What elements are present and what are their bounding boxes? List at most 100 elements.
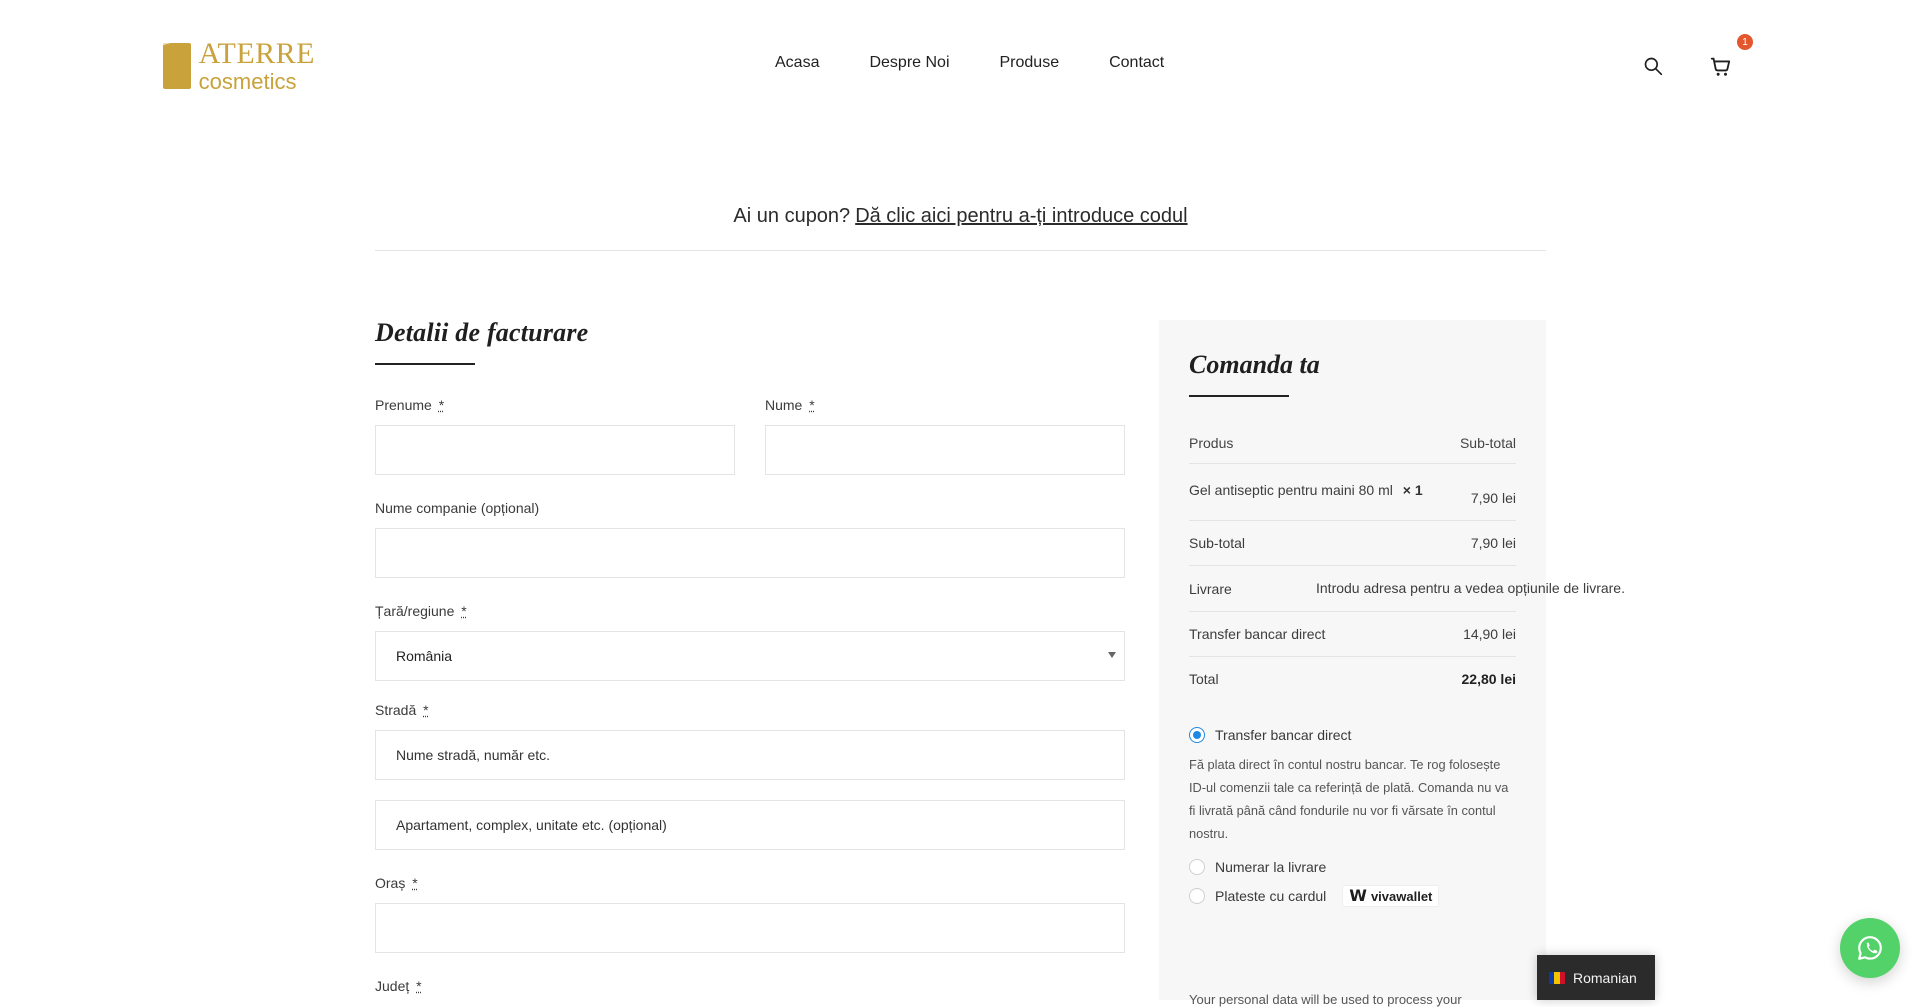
order-fee-label: Transfer bancar direct [1189,626,1326,642]
language-label: Romanian [1573,969,1637,986]
whatsapp-icon [1858,936,1882,960]
nav-acasa[interactable]: Acasa [775,54,819,72]
order-col-subtotal: Sub-total [1459,435,1516,451]
order-summary: Comanda ta Produs Sub-total Gel antisept… [1159,320,1625,1000]
order-total-value: 22,80 lei [1461,671,1517,687]
billing-title-underline [375,363,475,365]
order-title-underline [1189,395,1289,397]
order-subtotal-value: 7,90 lei [1470,535,1516,551]
first-name-col: Prenume * [375,397,735,475]
last-name-col: Nume * [765,397,1125,475]
payment-option-bank-transfer-label: Transfer bancar direct [1215,727,1352,743]
payment-option-bank-transfer[interactable]: Transfer bancar direct [1189,727,1516,743]
city-label: Oraș * [375,875,1125,891]
county-required: * [416,978,422,994]
county-label: Județ * [375,978,1125,994]
street-required: * [423,702,429,718]
nav-despre-noi[interactable]: Despre Noi [869,54,949,72]
city-block: Oraș * [375,875,1125,953]
country-label-text: Țară/regiune [375,603,455,619]
name-row: Prenume * Nume * [375,397,1125,475]
coupon-prefix: Ai un cupon? [733,205,851,227]
country-label: Țară/regiune * [375,603,1125,619]
last-name-label-text: Nume [765,397,803,413]
company-label: Nume companie (opțional) [375,500,540,516]
payment-option-card-label: Plateste cu cardul [1215,888,1327,904]
logo-line-2: cosmetics [198,69,297,94]
payment-methods: Transfer bancar direct Fă plata direct î… [1189,727,1516,907]
search-button[interactable] [1640,53,1666,79]
payment-description: Fă plata direct în contul nostru bancar.… [1189,757,1509,841]
street-block: Stradă * Nume stradă, număr etc. Apartam… [375,702,1125,850]
brand-logo[interactable]: ATERRE cosmetics [163,39,315,93]
radio-unchecked-icon [1189,859,1205,875]
last-name-input[interactable] [765,425,1125,475]
order-table-header: Produs Sub-total [1189,417,1516,463]
vivawallet-text: vivawallet [1370,888,1433,904]
vivawallet-w-icon: W [1349,886,1367,905]
billing-title: Detalii de facturare [375,318,589,347]
order-shipping-row: Livrare Introdu adresa pentru a vedea op… [1189,565,1625,611]
order-title: Comanda ta [1189,350,1320,379]
search-icon [1644,57,1663,76]
city-input[interactable] [375,903,1125,953]
company-input[interactable] [375,528,1125,578]
coupon-link[interactable]: Dă clic aici pentru a-ți introduce codul [855,205,1187,228]
payment-option-cod[interactable]: Numerar la livrare [1189,859,1516,875]
chevron-down-icon [1108,652,1116,658]
order-table: Produs Sub-total Gel antiseptic pentru m… [1189,417,1625,701]
order-col-product: Produs [1189,435,1234,451]
order-fee-row: Transfer bancar direct 14,90 lei [1189,611,1516,656]
radio-unchecked-icon [1189,888,1205,904]
first-name-input[interactable] [375,425,735,475]
country-select[interactable]: România [375,631,1125,681]
street-label-text: Stradă [375,702,417,718]
street-input-2[interactable]: Apartament, complex, unitate etc. (opțio… [375,800,1125,850]
payment-option-cod-label: Numerar la livrare [1215,859,1327,875]
nav-produse[interactable]: Produse [1000,54,1060,72]
first-name-required: * [438,397,445,413]
nav-contact[interactable]: Contact [1109,54,1164,72]
country-select-value: România [396,648,453,664]
company-block: Nume companie (opțional) [375,500,1125,578]
vivawallet-logo: W vivawallet [1342,885,1440,907]
last-name-required: * [809,397,815,413]
street-input-1-placeholder: Nume stradă, număr etc. [396,747,551,763]
order-shipping-label: Livrare [1189,580,1232,597]
first-name-label-text: Prenume [375,397,432,413]
first-name-label: Prenume * [375,397,735,413]
city-required: * [412,875,418,891]
street-input-1[interactable]: Nume stradă, număr etc. [375,730,1125,780]
main-nav: Acasa Despre Noi Produse Contact [775,54,1164,72]
order-item-row: Gel antiseptic pentru maini 80 ml × 1 7,… [1189,463,1516,520]
language-switcher[interactable]: Romanian [1537,955,1655,1000]
logo-text: ATERRE cosmetics [199,39,315,93]
last-name-label: Nume * [765,397,1125,413]
billing-section: Detalii de facturare Prenume * Nume * Nu… [375,318,1125,994]
payment-option-card[interactable]: Plateste cu cardul W vivawallet [1189,885,1516,907]
order-item-title: Gel antiseptic pentru maini 80 ml [1189,482,1393,498]
order-item-qty: × 1 [1402,482,1423,498]
order-subtotal-label: Sub-total [1189,535,1246,551]
radio-checked-icon [1189,727,1205,743]
order-item-name: Gel antiseptic pentru maini 80 ml × 1 [1189,478,1453,506]
order-total-label: Total [1189,671,1219,687]
street-label: Stradă * [375,702,1125,718]
county-label-text: Județ [375,978,410,994]
cart-button[interactable] [1707,53,1733,79]
coupon-bar: Ai un cupon? Dă clic aici pentru a-ți in… [375,205,1546,251]
logo-mark [163,43,191,89]
city-label-text: Oraș [375,875,406,891]
county-block: Județ * [375,978,1125,994]
romania-flag-icon [1549,971,1565,984]
order-shipping-value: Introdu adresa pentru a vedea opțiunile … [1316,580,1625,596]
site-header: ATERRE cosmetics Acasa Despre Noi Produs… [0,0,1919,132]
cart-count-badge: 1 [1737,34,1753,50]
whatsapp-button[interactable] [1840,918,1900,978]
order-item-total: 7,90 lei [1470,490,1516,506]
country-block: Țară/regiune * România [375,603,1125,681]
order-subtotal-row: Sub-total 7,90 lei [1189,520,1516,565]
country-required: * [461,603,467,619]
logo-line-1: ATERRE [198,37,315,70]
cart-icon [1710,57,1731,76]
